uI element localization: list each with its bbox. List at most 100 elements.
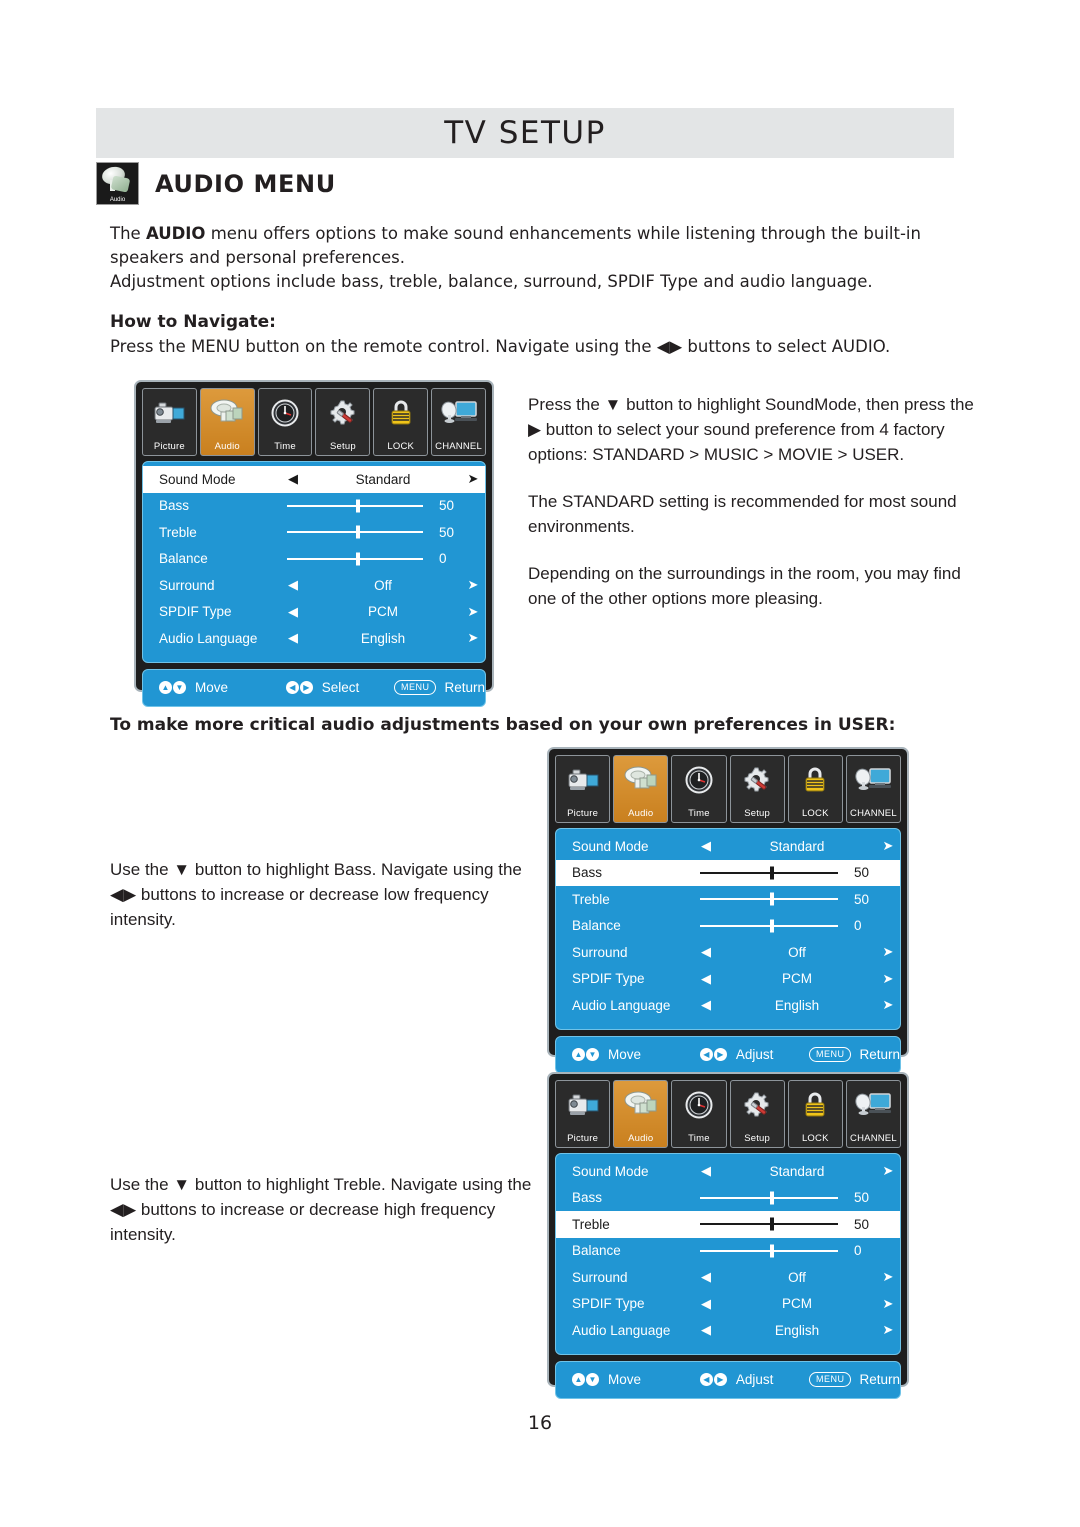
osd-row-surround[interactable]: Surround ◀ Off ➤ (556, 1264, 900, 1291)
bass-slider[interactable] (694, 860, 850, 887)
treble-slider[interactable] (694, 886, 850, 913)
right-arrow-icon[interactable]: ➤ (876, 1322, 900, 1338)
right-arrow-icon[interactable]: ➤ (461, 471, 485, 487)
right-arrow-icon[interactable]: ➤ (876, 838, 900, 854)
osd-row-bass[interactable]: Bass 50 (143, 493, 485, 520)
right-arrow-icon[interactable]: ➤ (876, 1296, 900, 1312)
osd-tab-setup[interactable]: Setup (729, 1080, 785, 1148)
osd-tab-channel[interactable]: CHANNEL (431, 388, 486, 456)
bass-slider[interactable] (694, 1185, 850, 1212)
right-arrow-icon[interactable]: ➤ (461, 577, 485, 593)
osd-row-sound-mode[interactable]: Sound Mode ◀ Standard ➤ (143, 466, 485, 493)
footer-move-label: Move (195, 680, 229, 695)
footer-return-hint: MENU Return (808, 1047, 900, 1062)
left-arrow-icon[interactable]: ◀ (281, 577, 305, 593)
osd-tab-setup[interactable]: Setup (315, 388, 371, 456)
osd-row-balance-value: 0 (854, 1243, 862, 1259)
left-arrow-icon: ◀ (285, 681, 299, 694)
treble-slider[interactable] (694, 1211, 850, 1238)
satellite-tv-icon (432, 393, 485, 433)
osd-row-bass-label: Bass (572, 1190, 603, 1206)
osd-row-audio-language-label: Audio Language (572, 1322, 671, 1338)
balance-slider[interactable] (281, 546, 435, 573)
osd-row-balance-label: Balance (572, 1243, 621, 1259)
osd-row-spdif-type[interactable]: SPDIF Type ◀ PCM ➤ (556, 1291, 900, 1318)
right-arrow-icon[interactable]: ➤ (876, 944, 900, 960)
osd-tab-lock[interactable]: LOCK (787, 1080, 843, 1148)
right-arrow-icon[interactable]: ➤ (876, 997, 900, 1013)
osd-row-treble[interactable]: Treble 50 (556, 886, 900, 913)
right-arrow-icon[interactable]: ➤ (876, 1269, 900, 1285)
osd-row-sound-mode[interactable]: Sound Mode ◀ Standard ➤ (556, 1158, 900, 1185)
osd-row-surround[interactable]: Surround ◀ Off ➤ (143, 572, 485, 599)
balance-slider[interactable] (694, 1238, 850, 1265)
left-arrow-icon[interactable]: ◀ (694, 1296, 718, 1312)
osd-row-bass[interactable]: Bass 50 (556, 1185, 900, 1212)
osd-tab-picture[interactable]: Picture (555, 1080, 611, 1148)
osd-row-treble-label: Treble (572, 891, 610, 907)
osd-row-audio-language[interactable]: Audio Language ◀ English ➤ (556, 1317, 900, 1344)
osd-footer-hints: ▲ ▼ Move ◀ ▶ Adjust MENU Return (555, 1360, 901, 1399)
left-arrow-icon[interactable]: ◀ (281, 604, 305, 620)
balance-slider[interactable] (694, 913, 850, 940)
intro-line2: Adjustment options include bass, treble,… (110, 272, 873, 291)
left-arrow-icon[interactable]: ◀ (694, 944, 718, 960)
osd-tab-setup[interactable]: Setup (729, 755, 785, 823)
osd-row-surround-value: Off (788, 1269, 806, 1285)
left-arrow-icon[interactable]: ◀ (694, 1269, 718, 1285)
osd-tab-audio[interactable]: Audio (613, 755, 669, 823)
up-arrow-icon: ▲ (159, 681, 172, 694)
left-arrow-icon[interactable]: ◀ (694, 997, 718, 1013)
osd-row-balance[interactable]: Balance 0 (556, 1238, 900, 1265)
osd-row-audio-language[interactable]: Audio Language ◀ English ➤ (143, 625, 485, 652)
osd-row-balance[interactable]: Balance 0 (143, 546, 485, 573)
treble-slider[interactable] (281, 519, 435, 546)
osd-row-bass-label: Bass (159, 498, 190, 514)
osd-row-treble[interactable]: Treble 50 (556, 1211, 900, 1238)
osd-tab-channel[interactable]: CHANNEL (845, 755, 902, 823)
osd-row-bass[interactable]: Bass 50 (556, 859, 900, 887)
right-arrow-icon[interactable]: ➤ (876, 1163, 900, 1179)
osd-tab-picture[interactable]: Picture (555, 755, 611, 823)
osd-tab-audio[interactable]: Audio (613, 1080, 669, 1148)
left-arrow-icon[interactable]: ◀ (281, 630, 305, 646)
right-arrow-icon[interactable]: ➤ (461, 604, 485, 620)
osd-tab-time[interactable]: Time (671, 755, 727, 823)
padlock-icon (789, 760, 842, 800)
right-arrow-icon[interactable]: ➤ (876, 971, 900, 987)
left-arrow-icon[interactable]: ◀ (281, 471, 305, 487)
osd-row-sound-mode[interactable]: Sound Mode ◀ Standard ➤ (556, 833, 900, 860)
osd-row-surround[interactable]: Surround ◀ Off ➤ (556, 939, 900, 966)
left-arrow-icon: ◀ (699, 1373, 713, 1386)
critical-adjustments-heading: To make more critical audio adjustments … (110, 715, 896, 735)
gear-screwdriver-icon (731, 1085, 784, 1125)
left-arrow-icon[interactable]: ◀ (694, 838, 718, 854)
treble-instructions: Use the ▼ button to highlight Treble. Na… (110, 1175, 532, 1244)
sound-mode-instructions-p1: Press the ▼ button to highlight SoundMod… (528, 395, 974, 464)
osd-tab-lock[interactable]: LOCK (787, 755, 843, 823)
osd-tab-picture[interactable]: Picture (142, 388, 197, 456)
osd-row-balance[interactable]: Balance 0 (556, 913, 900, 940)
sound-mode-instructions-p3: Depending on the surroundings in the roo… (528, 564, 961, 608)
osd-row-spdif-type-value: PCM (368, 604, 398, 620)
left-arrow-icon[interactable]: ◀ (694, 1163, 718, 1179)
osd-row-treble-label: Treble (159, 524, 197, 540)
osd-row-balance-value: 0 (854, 918, 862, 934)
left-arrow-icon[interactable]: ◀ (694, 971, 718, 987)
osd-tab-time[interactable]: Time (257, 388, 313, 456)
osd-tab-time[interactable]: Time (671, 1080, 727, 1148)
osd-row-spdif-type[interactable]: SPDIF Type ◀ PCM ➤ (556, 966, 900, 993)
left-arrow-icon[interactable]: ◀ (694, 1322, 718, 1338)
osd-tab-lock[interactable]: LOCK (373, 388, 429, 456)
right-arrow-icon[interactable]: ➤ (461, 630, 485, 646)
osd-settings-list: Sound Mode ◀ Standard ➤ Bass 50 Treble 5… (555, 828, 901, 1030)
osd-row-spdif-type[interactable]: SPDIF Type ◀ PCM ➤ (143, 599, 485, 626)
menu-button-pill: MENU (393, 680, 437, 695)
osd-tab-channel[interactable]: CHANNEL (845, 1080, 902, 1148)
footer-select-label: Select (321, 680, 360, 695)
bass-slider[interactable] (281, 493, 435, 520)
osd-footer-hints: ▲ ▼ Move ◀ ▶ Select MENU Return (142, 668, 486, 707)
osd-row-audio-language[interactable]: Audio Language ◀ English ➤ (556, 992, 900, 1019)
osd-row-treble[interactable]: Treble 50 (143, 519, 485, 546)
osd-tab-audio[interactable]: Audio (199, 388, 255, 456)
